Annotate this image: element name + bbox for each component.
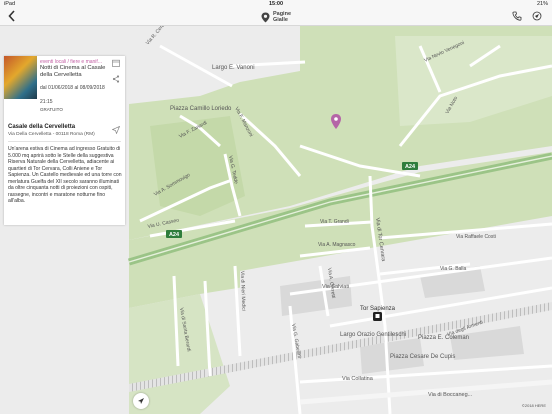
- train-station-marker[interactable]: [373, 312, 382, 321]
- event-description: Un'arena estiva di Cinema ad ingresso Gr…: [8, 146, 122, 204]
- share-icon[interactable]: [112, 75, 120, 83]
- compass-icon: [138, 398, 144, 404]
- map-label-tor-sapienza: Tor Sapienza: [360, 306, 396, 312]
- logo-line2: Gialle: [272, 16, 288, 23]
- map-label-via-raffaele-costi: Via Raffaele Costi: [456, 234, 496, 240]
- a24-label-right: A24: [405, 164, 416, 170]
- event-time: 21:15: [40, 99, 53, 105]
- map-label-largo-gentileschi: Largo Orazio Gentileschi: [340, 332, 406, 338]
- navigate-icon[interactable]: [532, 11, 542, 21]
- event-thumbnail[interactable]: [4, 56, 37, 99]
- a24-shield-right: A24: [402, 162, 418, 170]
- calendar-icon[interactable]: [112, 59, 120, 67]
- phone-icon[interactable]: [512, 11, 522, 21]
- map-label-via-magnasco: Via A. Magnasco: [318, 242, 356, 248]
- card-divider: [8, 141, 121, 142]
- venue-name[interactable]: Casale della Cervelletta: [8, 124, 75, 130]
- map-label-piazza-de-cupis: Piazza Cesare De Cupis: [390, 354, 455, 360]
- map-label-largo-vanoni: Largo E. Vanoni: [212, 65, 255, 71]
- logo-pin-icon: [261, 12, 270, 23]
- battery-label: 21%: [536, 1, 548, 7]
- event-price: GRATUITO: [40, 107, 63, 112]
- event-card[interactable]: eventi locali / fiere e manif... Notti d…: [4, 56, 125, 225]
- map-label-via-collatina: Via Collatina: [342, 376, 374, 382]
- map-label-via-balla: Via G. Balla: [440, 266, 467, 272]
- map-copyright: ©2018 HERE: [521, 403, 546, 408]
- map-label-piazza-coleman: Piazza E. Coleman: [418, 335, 469, 341]
- venue-address: Via Della Cervelletta - 00118 Roma (RM): [8, 132, 95, 137]
- compass-button[interactable]: [133, 393, 149, 409]
- status-bar: iPad 15:00 21%: [0, 0, 552, 9]
- map-label-via-boccanegra: Via di Boccaneg...: [428, 392, 473, 398]
- clock: 15:00: [268, 1, 284, 7]
- map-label-via-grandi: Via T. Grandi: [320, 219, 349, 225]
- a24-shield-left: A24: [166, 230, 182, 238]
- nav-bar: Pagine Gialle: [0, 9, 552, 26]
- event-title[interactable]: Notti di Cinema al Casale della Cervelle…: [40, 65, 112, 79]
- a24-label-left: A24: [169, 232, 180, 238]
- map-label-piazza-loriedo: Piazza Camillo Loriedo: [170, 106, 232, 112]
- event-dates: dal 01/06/2018 al 08/09/2018: [40, 85, 105, 91]
- navigation-arrow-icon[interactable]: [112, 126, 120, 134]
